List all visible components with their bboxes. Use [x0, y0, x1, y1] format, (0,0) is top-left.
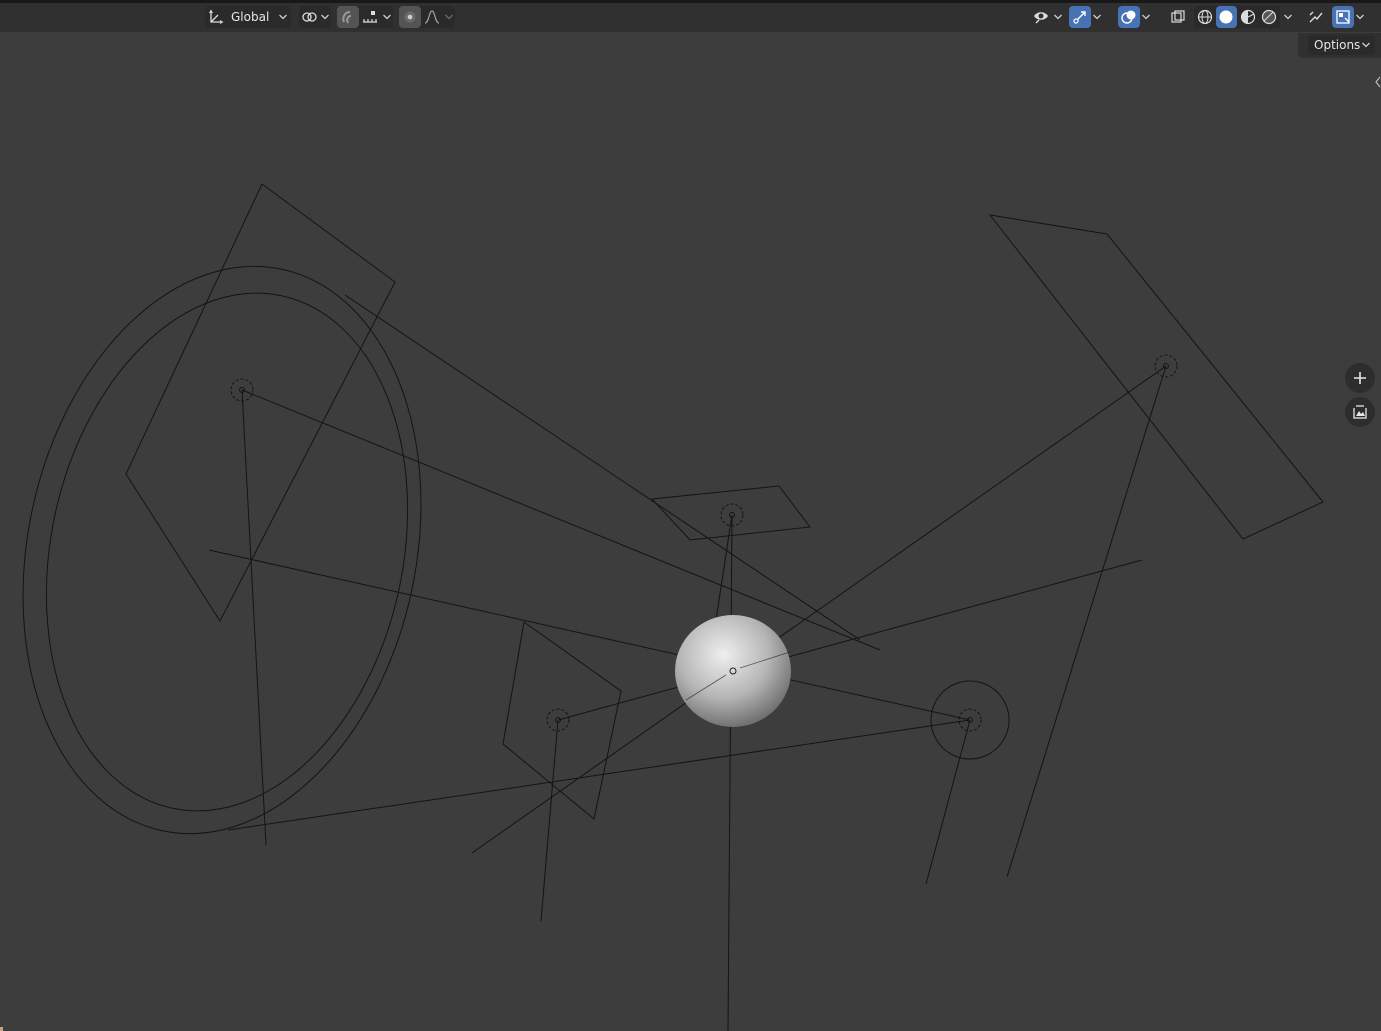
snap-magnet-icon[interactable] — [337, 6, 359, 28]
sphere-mesh[interactable] — [675, 615, 791, 727]
shading-mode-group — [1194, 6, 1280, 28]
snap-increment-icon[interactable] — [359, 6, 381, 28]
viewport-display-dropdown — [1332, 6, 1366, 28]
chevron-down-icon — [320, 6, 331, 28]
snapping-group — [337, 6, 393, 28]
square-area-light[interactable] — [125, 183, 861, 641]
transform-orientation-icon — [205, 6, 227, 28]
chevron-down-icon[interactable] — [1140, 6, 1152, 28]
sidebar-toggle-icon — [1305, 6, 1327, 28]
3d-viewport[interactable] — [0, 32, 1381, 1031]
falloff-curve-icon[interactable] — [421, 6, 443, 28]
spot-light[interactable] — [502, 559, 1143, 922]
large-area-light[interactable] — [471, 214, 1324, 878]
small-area-light[interactable] — [650, 485, 811, 1031]
chevron-down-icon[interactable] — [443, 6, 455, 28]
chevron-down-icon[interactable] — [381, 6, 393, 28]
transform-orientation-label: Global — [231, 10, 270, 24]
sidebar-toggle[interactable] — [1305, 6, 1327, 28]
chevron-down-icon[interactable] — [1354, 6, 1366, 28]
transform-orientation-dropdown[interactable]: Global — [205, 6, 291, 28]
chevron-down-icon[interactable] — [1091, 6, 1103, 28]
chevron-down-icon — [277, 6, 289, 28]
overlays-dropdown — [1118, 6, 1152, 28]
overlay-icon[interactable] — [1118, 6, 1140, 28]
viewport-display-icon[interactable] — [1332, 6, 1354, 28]
large-circle-light[interactable] — [0, 229, 881, 871]
gizmo-dropdown — [1069, 6, 1103, 28]
eye-icon — [1030, 6, 1052, 28]
shading-options-dropdown[interactable] — [1282, 6, 1294, 28]
point-light[interactable] — [208, 549, 1010, 885]
pivot-point-icon — [299, 6, 320, 28]
window-corner — [0, 1027, 3, 1031]
proportional-editing-icon[interactable] — [399, 6, 421, 28]
chevron-down-icon — [1052, 6, 1064, 28]
rendered-shading-icon[interactable] — [1259, 6, 1281, 28]
proportional-editing-group — [399, 6, 455, 28]
visibility-dropdown[interactable] — [1030, 6, 1064, 28]
pivot-point-dropdown[interactable] — [299, 6, 331, 28]
wireframe-shading-icon[interactable] — [1194, 6, 1216, 28]
gizmo-icon[interactable] — [1069, 6, 1091, 28]
solid-shading-icon[interactable] — [1215, 6, 1237, 28]
material-preview-icon[interactable] — [1237, 6, 1259, 28]
viewport-header: Global — [0, 3, 1381, 32]
xray-icon — [1167, 6, 1189, 28]
chevron-down-icon — [1282, 6, 1294, 28]
xray-toggle[interactable] — [1167, 6, 1189, 28]
